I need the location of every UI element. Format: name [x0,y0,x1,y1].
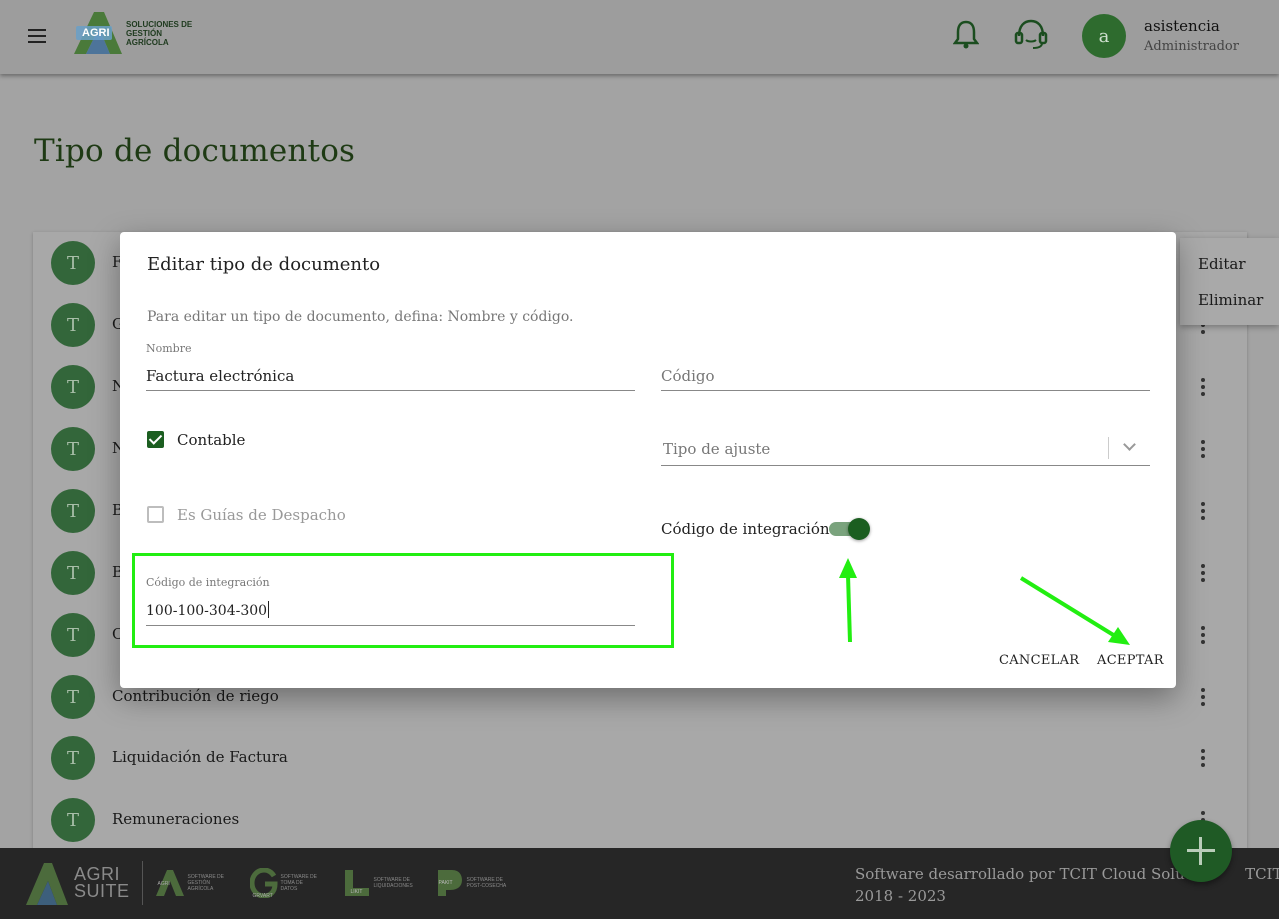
arrow-to-toggle [839,558,857,643]
arrow-to-accept [1019,576,1130,645]
annotation-arrows [839,558,1130,645]
